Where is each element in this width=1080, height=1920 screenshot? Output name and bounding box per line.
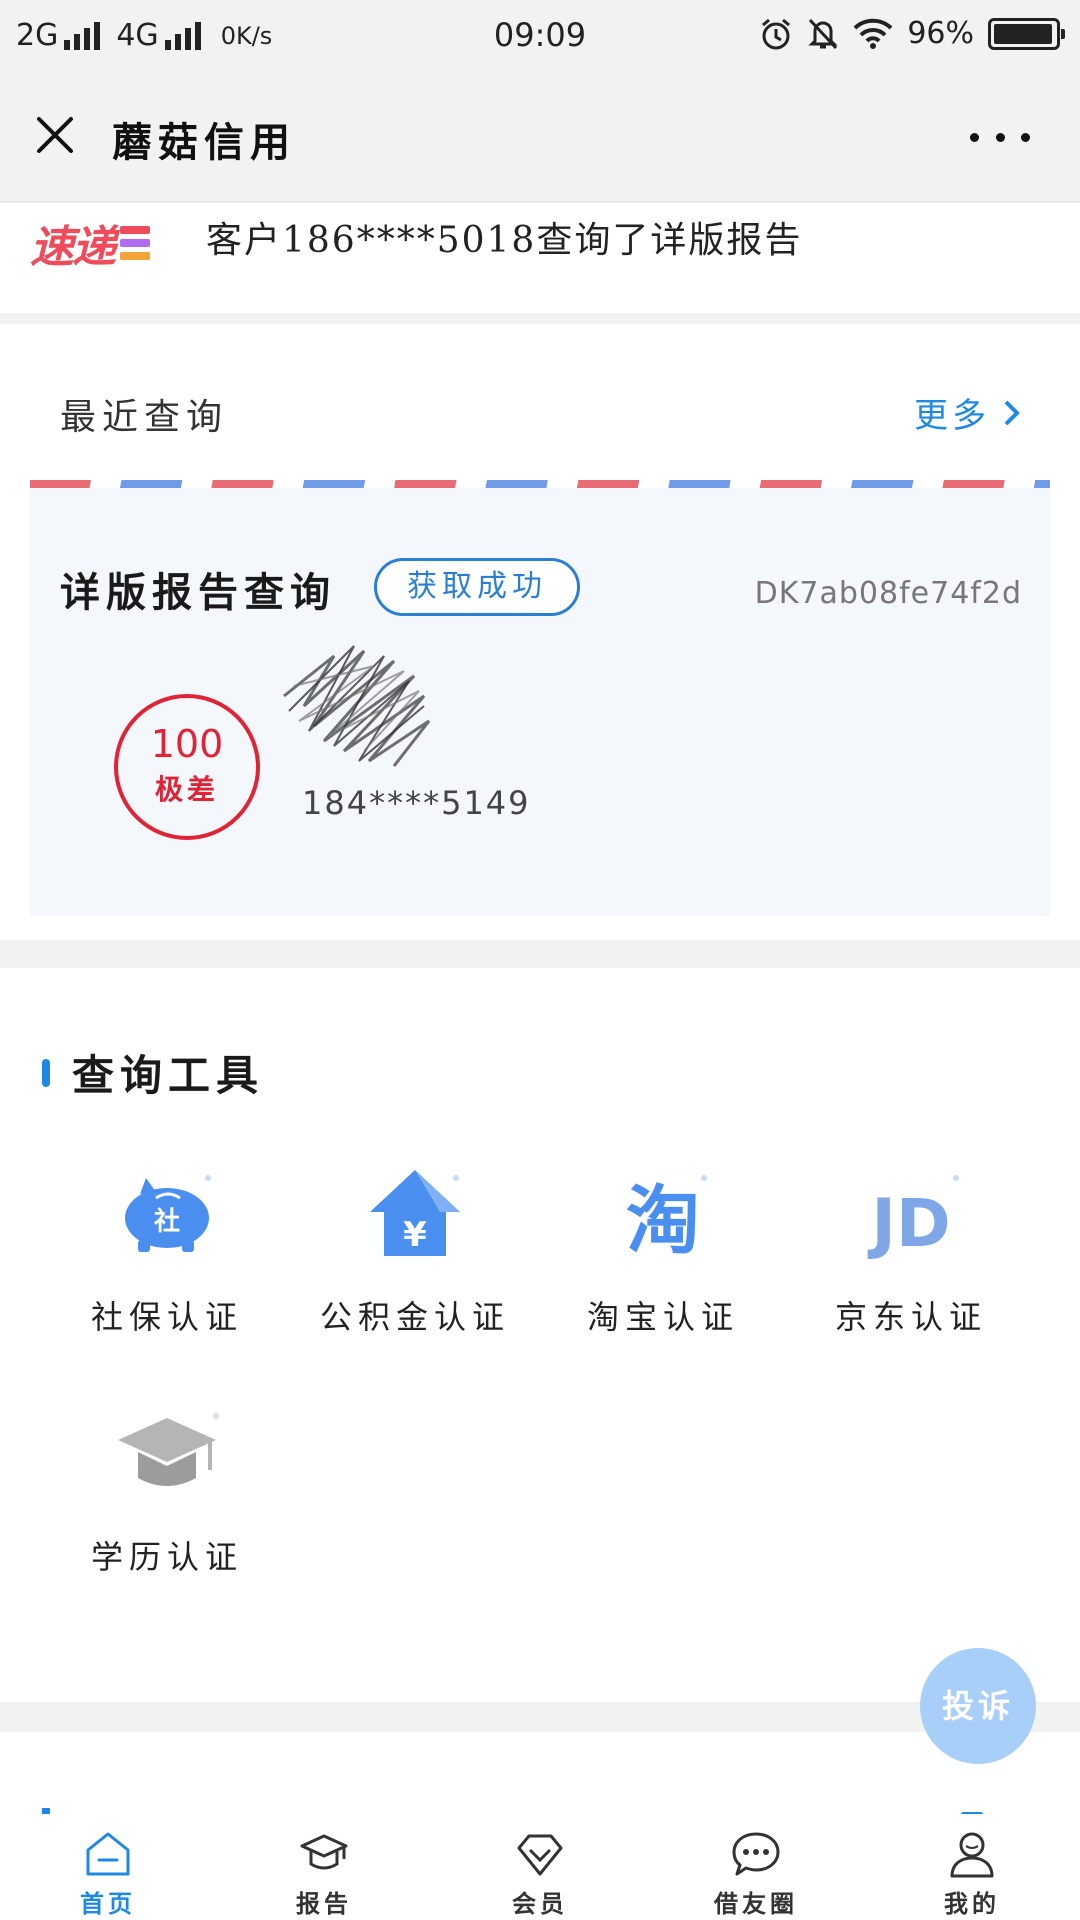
mute-bell-icon bbox=[808, 18, 838, 49]
complaint-button[interactable]: 投诉 bbox=[920, 1648, 1036, 1764]
tab-label: 借友圈 bbox=[714, 1889, 798, 1918]
tab-label: 会员 bbox=[512, 1889, 568, 1918]
taobao-icon: 淘 bbox=[608, 1164, 718, 1264]
status-right: 96% bbox=[759, 16, 1065, 51]
svg-text:¥: ¥ bbox=[403, 1215, 427, 1255]
airmail-border bbox=[30, 480, 1050, 488]
piggy-bank-icon: 社 bbox=[112, 1164, 222, 1264]
tab-label: 首页 bbox=[80, 1889, 136, 1918]
title-bar: 蘑菇信用 bbox=[0, 72, 1080, 202]
tool-taobao[interactable]: 淘 淘宝认证 bbox=[538, 1164, 788, 1338]
score-value: 100 bbox=[150, 722, 224, 766]
tab-report[interactable]: 报告 bbox=[216, 1814, 432, 1920]
recent-queries-section: 最近查询 更多 详版报告查询 获取成功 DK7ab08fe74f2d 100 极… bbox=[0, 324, 1080, 940]
tool-social-security[interactable]: 社 社保认证 bbox=[42, 1164, 292, 1338]
recent-more-link[interactable]: 更多 bbox=[914, 388, 1024, 437]
battery-icon bbox=[988, 17, 1065, 50]
chat-bubble-icon bbox=[732, 1832, 780, 1876]
more-button[interactable] bbox=[970, 112, 1030, 162]
tool-label: 公积金认证 bbox=[319, 1298, 510, 1336]
graduation-cap-icon bbox=[300, 1834, 348, 1870]
tool-label: 京东认证 bbox=[834, 1298, 987, 1336]
house-fund-icon: ¥ bbox=[360, 1164, 470, 1264]
user-icon bbox=[950, 1832, 994, 1878]
page-title: 蘑菇信用 bbox=[112, 119, 296, 166]
report-card[interactable]: 详版报告查询 获取成功 DK7ab08fe74f2d 100 极差 184***… bbox=[30, 480, 1050, 916]
recent-queries-title: 最近查询 bbox=[60, 397, 229, 438]
graduation-cap-icon bbox=[112, 1404, 222, 1504]
masked-phone: 184****5149 bbox=[302, 784, 531, 822]
more-icon bbox=[970, 132, 979, 142]
status-bar: 2G 4G 0K/s 09:09 96% bbox=[0, 0, 1080, 72]
express-logo: 速递 bbox=[30, 211, 150, 275]
tool-label: 淘宝认证 bbox=[586, 1298, 739, 1336]
tab-home[interactable]: 首页 bbox=[0, 1814, 216, 1920]
score-level: 极差 bbox=[154, 773, 219, 806]
diamond-icon bbox=[517, 1834, 563, 1876]
report-id: DK7ab08fe74f2d bbox=[754, 576, 1022, 611]
news-ticker[interactable]: 速递 客户186****5018查询了详版报告 bbox=[0, 203, 1080, 313]
tab-friends-circle[interactable]: 借友圈 bbox=[648, 1814, 864, 1920]
close-button[interactable] bbox=[30, 110, 80, 160]
wifi-icon bbox=[853, 18, 893, 49]
redaction-scribble bbox=[283, 645, 431, 767]
svg-text:淘: 淘 bbox=[626, 1178, 700, 1264]
express-logo-stripes bbox=[120, 226, 150, 260]
home-icon bbox=[86, 1832, 130, 1876]
ticker-message: 客户186****5018查询了详版报告 bbox=[206, 220, 803, 261]
jd-icon: JD bbox=[856, 1164, 966, 1264]
status-badge: 获取成功 bbox=[374, 558, 580, 616]
tool-label: 社保认证 bbox=[90, 1298, 243, 1336]
battery-fill bbox=[994, 23, 1052, 44]
tab-mine[interactable]: 我的 bbox=[864, 1814, 1080, 1920]
query-tools-section: 查询工具 社 社保认证 ¥ 公积金认证 淘 淘宝认证 JD 京东认证 学历认证 bbox=[0, 968, 1080, 1702]
query-tools-header: 查询工具 bbox=[42, 1042, 264, 1103]
express-logo-text: 速递 bbox=[30, 222, 116, 273]
svg-text:JD: JD bbox=[867, 1185, 950, 1262]
alarm-icon bbox=[762, 18, 791, 49]
recent-more-label: 更多 bbox=[914, 396, 990, 436]
next-section-peek bbox=[0, 1732, 1080, 1822]
tab-label: 报告 bbox=[296, 1889, 352, 1918]
tool-housing-fund[interactable]: ¥ 公积金认证 bbox=[290, 1164, 540, 1338]
report-name: 详版报告查询 bbox=[60, 569, 336, 616]
chevron-right-icon bbox=[1004, 400, 1020, 425]
tab-membership[interactable]: 会员 bbox=[432, 1814, 648, 1920]
close-icon bbox=[37, 117, 73, 153]
section-accent-bar bbox=[42, 1058, 50, 1087]
bottom-tab-bar: 首页 报告 会员 借友圈 我的 bbox=[0, 1814, 1080, 1920]
tool-jd[interactable]: JD 京东认证 bbox=[786, 1164, 1036, 1338]
tool-education[interactable]: 学历认证 bbox=[42, 1404, 292, 1578]
battery-percent: 96% bbox=[907, 16, 974, 51]
query-tools-title: 查询工具 bbox=[72, 1051, 265, 1100]
tab-label: 我的 bbox=[944, 1889, 1000, 1918]
score-stamp: 100 极差 bbox=[114, 694, 260, 840]
svg-text:社: 社 bbox=[154, 1206, 180, 1237]
tool-label: 学历认证 bbox=[90, 1538, 243, 1576]
